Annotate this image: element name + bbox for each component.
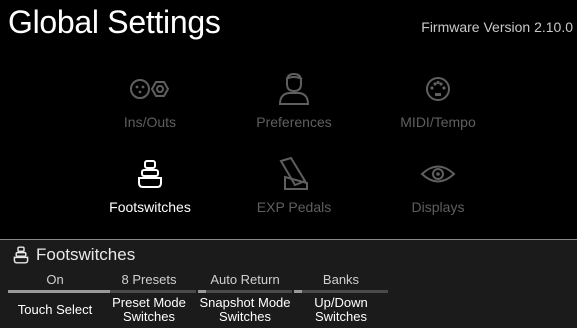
menu-item-label: Ins/Outs	[123, 114, 177, 130]
panel-title: Footswitches	[12, 245, 135, 265]
preferences-icon	[272, 72, 316, 106]
param-snapshot-mode-switches[interactable]: Auto Return Snapshot Mode Switches	[198, 272, 292, 328]
param-level	[102, 290, 110, 293]
menu-item-footswitches[interactable]: Footswitches	[75, 157, 225, 227]
menu-item-ins-outs[interactable]: Ins/Outs	[75, 72, 225, 142]
param-track	[102, 290, 196, 293]
menu-item-label: MIDI/Tempo	[400, 114, 476, 130]
param-value: Banks	[322, 272, 360, 287]
footswitches-icon	[128, 157, 172, 191]
displays-icon	[416, 157, 460, 191]
menu-item-displays[interactable]: Displays	[363, 157, 513, 227]
param-preset-mode-switches[interactable]: 8 Presets Preset Mode Switches	[102, 272, 196, 328]
page-title: Global Settings	[8, 4, 221, 40]
midi-tempo-icon	[416, 72, 460, 106]
menu-item-label: Footswitches	[109, 199, 191, 215]
param-level	[198, 290, 206, 293]
param-track	[294, 290, 388, 293]
footswitch-icon	[13, 246, 29, 264]
menu-item-preferences[interactable]: Preferences	[219, 72, 369, 142]
ins-outs-icon	[128, 72, 172, 106]
param-name: Up/Down Switches	[314, 295, 368, 324]
menu-item-label: EXP Pedals	[256, 199, 332, 215]
param-name: Touch Select	[17, 302, 93, 317]
param-name: Preset Mode Switches	[112, 295, 186, 324]
firmware-version: Firmware Version 2.10.0	[421, 19, 573, 35]
param-value: 8 Presets	[121, 272, 177, 287]
param-value: Auto Return	[210, 272, 280, 287]
param-touch-select[interactable]: On Touch Select	[8, 272, 102, 328]
param-track	[8, 290, 102, 293]
menu-item-exp-pedals[interactable]: EXP Pedals	[219, 157, 369, 227]
param-level	[294, 290, 302, 293]
menu-item-label: Displays	[411, 199, 465, 215]
param-track	[198, 290, 292, 293]
param-up-down-switches[interactable]: Banks Up/Down Switches	[294, 272, 388, 328]
panel-title-label: Footswitches	[36, 245, 136, 264]
menu-item-midi-tempo[interactable]: MIDI/Tempo	[363, 72, 513, 142]
menu-item-label: Preferences	[256, 114, 332, 130]
param-level	[8, 290, 102, 293]
exp-pedal-icon	[272, 157, 316, 191]
param-name: Snapshot Mode Switches	[199, 295, 291, 324]
param-value: On	[46, 272, 64, 287]
